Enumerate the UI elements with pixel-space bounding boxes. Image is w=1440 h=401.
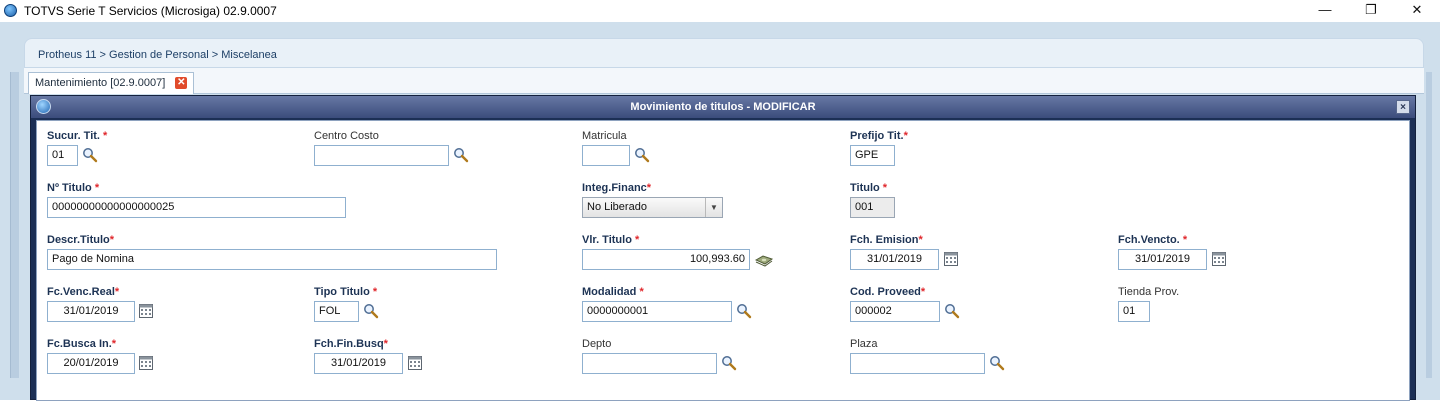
vlr-titulo-label: Vlr. Titulo * [582,234,640,246]
left-panel-edge [10,72,19,378]
fc-busca-in-label: Fc.Busca In.* [47,338,117,350]
titulo-label: Titulo * [850,182,888,194]
descr-titulo-input[interactable]: Pago de Nomina [47,249,497,270]
search-icon[interactable] [721,355,737,371]
form-body: Sucur. Tit. * 01 Centro Costo Matricula … [36,120,1410,401]
prefijo-tit-label: Prefijo Tit.* [850,130,908,142]
calendar-icon[interactable] [138,355,154,371]
matricula-label: Matricula [582,130,627,142]
right-panel-edge [1426,72,1432,378]
window-titlebar: TOTVS Serie T Servicios (Microsiga) 02.9… [0,0,1440,22]
fch-vencto-label: Fch.Vencto. * [1118,234,1188,246]
plaza-label: Plaza [850,338,878,350]
calendar-icon[interactable] [407,355,423,371]
tab-strip: Mantenimiento [02.9.0007] ✕ [24,68,1424,94]
minimize-button[interactable]: — [1302,0,1348,22]
sucur-tit-label: Sucur. Tit. * [47,130,108,142]
fch-fin-busq-input[interactable]: 31/01/2019 [314,353,403,374]
tab-label: Mantenimiento [02.9.0007] [35,77,166,89]
dialog-close-button[interactable]: × [1396,100,1410,114]
close-window-button[interactable]: ✕ [1394,0,1440,22]
vlr-titulo-input[interactable]: 100,993.60 [582,249,750,270]
tienda-prov-input[interactable]: 01 [1118,301,1150,322]
tipo-titulo-label: Tipo Titulo * [314,286,378,298]
integ-financ-value: No Liberado [587,201,647,213]
dialog-title: Movimiento de titulos - MODIFICAR [630,101,816,113]
titulo-input[interactable]: 001 [850,197,895,218]
descr-titulo-label: Descr.Titulo* [47,234,115,246]
dialog-movimiento-titulos: Movimiento de titulos - MODIFICAR × Sucu… [30,95,1416,401]
fc-venc-real-label: Fc.Venc.Real* [47,286,120,298]
breadcrumb-bar: Protheus 11 > Gestion de Personal > Misc… [24,38,1424,68]
modalidad-input[interactable]: 0000000001 [582,301,732,322]
depto-label: Depto [582,338,612,350]
dialog-header: Movimiento de titulos - MODIFICAR × [31,96,1415,118]
money-icon[interactable] [754,251,774,267]
fch-vencto-input[interactable]: 31/01/2019 [1118,249,1207,270]
search-icon[interactable] [736,303,752,319]
centro-costo-label: Centro Costo [314,130,379,142]
prefijo-tit-input[interactable]: GPE [850,145,895,166]
matricula-input[interactable] [582,145,630,166]
modalidad-label: Modalidad * [582,286,644,298]
window-title: TOTVS Serie T Servicios (Microsiga) 02.9… [24,4,277,18]
plaza-input[interactable] [850,353,985,374]
no-titulo-input[interactable]: 00000000000000000025 [47,197,346,218]
calendar-icon[interactable] [138,303,154,319]
fch-emision-label: Fch. Emision* [850,234,923,246]
search-icon[interactable] [453,147,469,163]
search-icon[interactable] [989,355,1005,371]
sucur-tit-input[interactable]: 01 [47,145,78,166]
fc-busca-in-input[interactable]: 20/01/2019 [47,353,135,374]
search-icon[interactable] [944,303,960,319]
breadcrumb[interactable]: Protheus 11 > Gestion de Personal > Misc… [38,49,277,61]
centro-costo-input[interactable] [314,145,449,166]
integ-financ-label: Integ.Financ* [582,182,652,194]
cod-proveed-label: Cod. Proveed* [850,286,926,298]
search-icon[interactable] [363,303,379,319]
search-icon[interactable] [82,147,98,163]
tab-mantenimiento[interactable]: Mantenimiento [02.9.0007] ✕ [28,72,195,94]
calendar-icon[interactable] [1211,251,1227,267]
chevron-down-icon[interactable]: ▼ [705,198,722,217]
integ-financ-select[interactable]: No Liberado ▼ [582,197,723,218]
tienda-prov-label: Tienda Prov. [1118,286,1180,298]
app-logo-icon [4,4,17,17]
tipo-titulo-input[interactable]: FOL [314,301,359,322]
fch-fin-busq-label: Fch.Fin.Busq* [314,338,388,350]
no-titulo-label: Nº Titulo * [47,182,100,194]
depto-input[interactable] [582,353,717,374]
dialog-logo-icon [36,99,51,114]
restore-button[interactable]: ❐ [1348,0,1394,22]
fc-venc-real-input[interactable]: 31/01/2019 [47,301,135,322]
search-icon[interactable] [634,147,650,163]
tab-close-icon[interactable]: ✕ [175,77,188,89]
calendar-icon[interactable] [943,251,959,267]
fch-emision-input[interactable]: 31/01/2019 [850,249,939,270]
cod-proveed-input[interactable]: 000002 [850,301,940,322]
